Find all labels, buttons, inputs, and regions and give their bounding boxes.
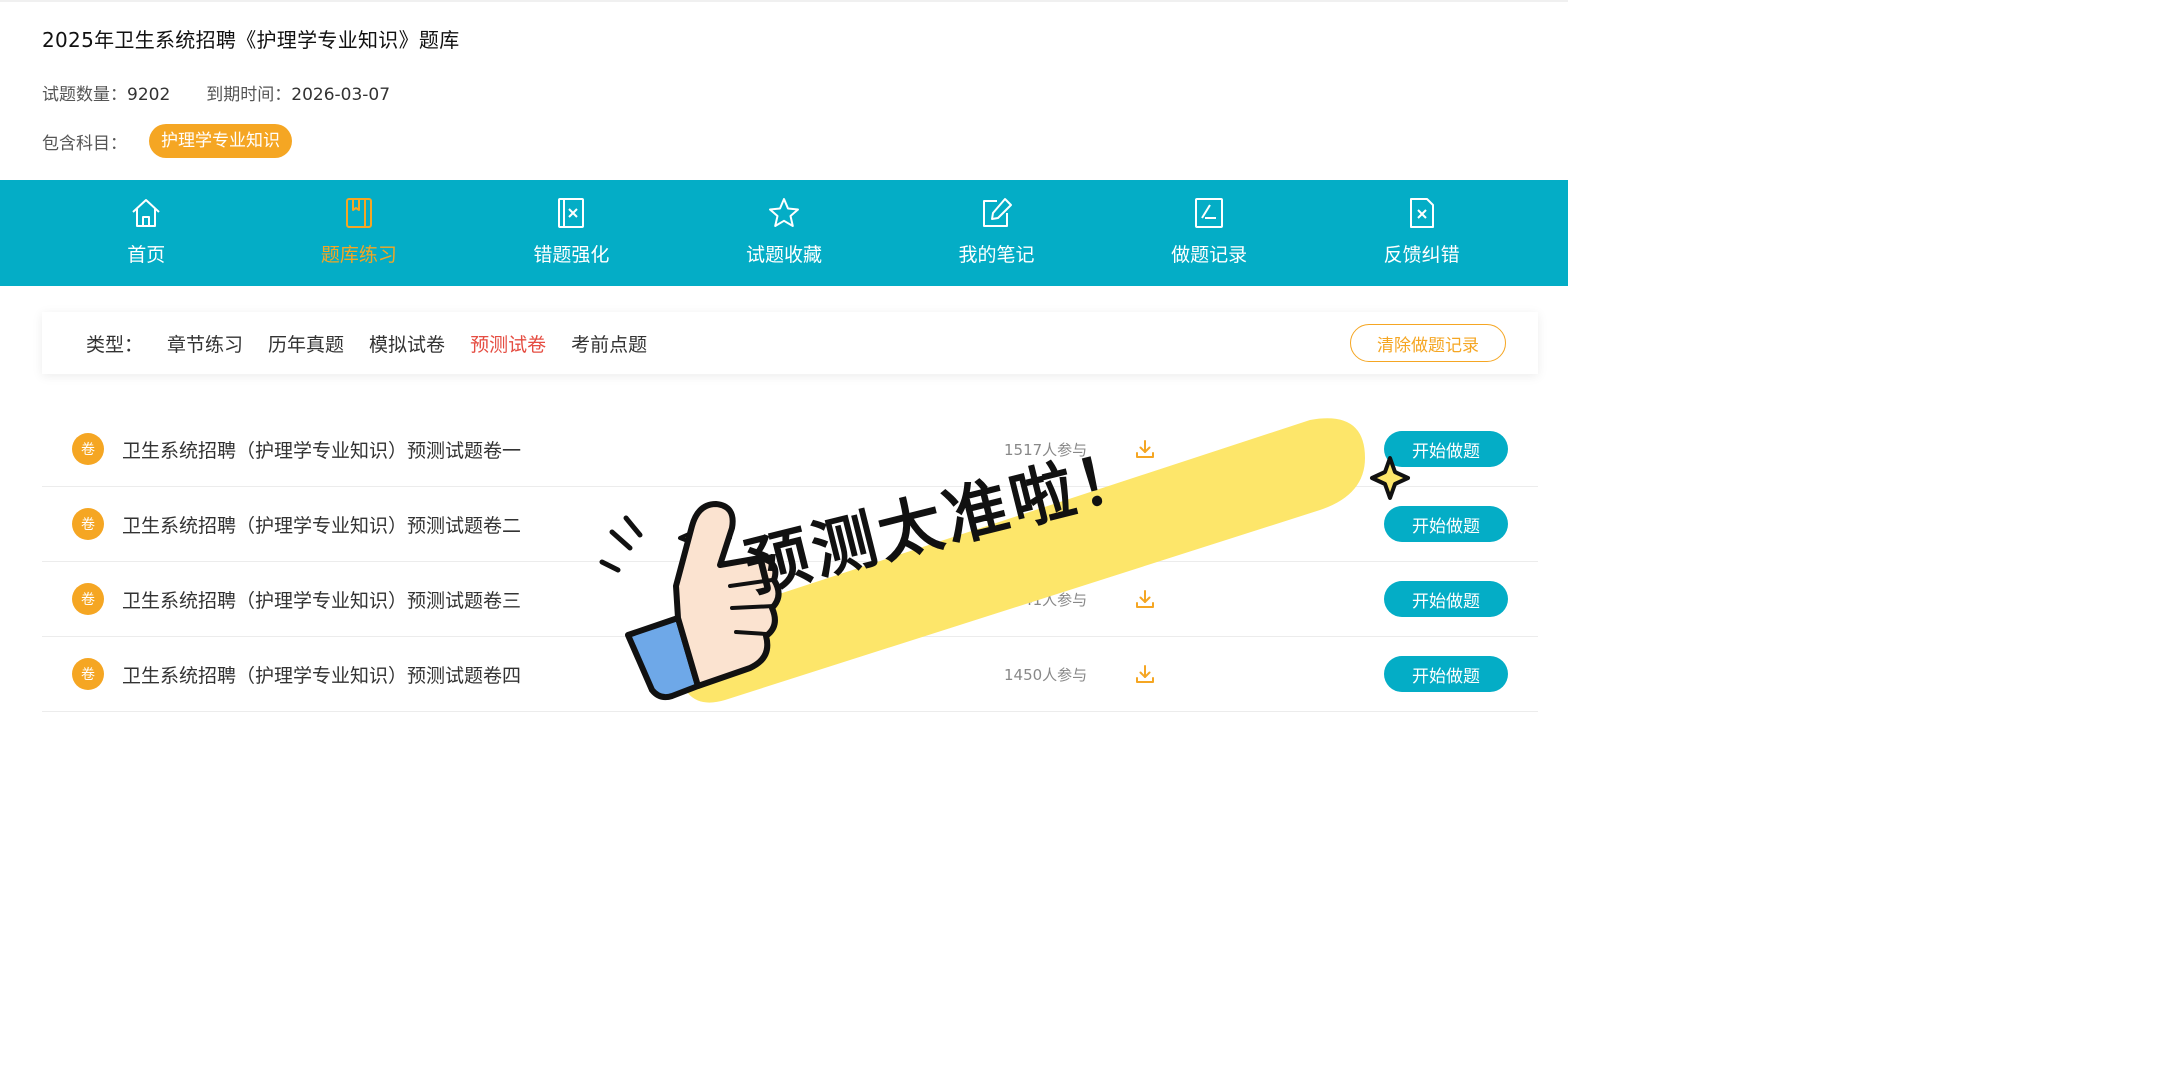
subject-row: 包含科目： 护理学专业知识	[42, 124, 292, 158]
paper-badge: 卷	[72, 658, 104, 690]
paper-badge: 卷	[72, 583, 104, 615]
edit-note-icon	[982, 198, 1012, 227]
start-button[interactable]: 开始做题	[1384, 506, 1508, 542]
expiry-date: 到期时间：2026-03-07	[206, 80, 390, 105]
nav-item-records[interactable]: 做题记录	[1139, 180, 1279, 286]
nav-label: 我的笔记	[958, 244, 1035, 266]
question-count-label: 试题数量：	[42, 85, 127, 105]
nav-label: 首页	[127, 244, 166, 266]
nav-label: 错题强化	[533, 244, 610, 266]
filter-predicted-papers[interactable]: 预测试卷	[470, 330, 546, 357]
wrong-book-icon	[558, 198, 585, 228]
record-icon	[1195, 198, 1224, 228]
type-filter: 类型： 章节练习 历年真题 模拟试卷 预测试卷 考前点题 清除做题记录	[42, 312, 1538, 374]
paper-title[interactable]: 卫生系统招聘（护理学专业知识）预测试题卷四	[122, 661, 521, 688]
home-icon	[132, 199, 160, 227]
type-label: 类型：	[86, 333, 144, 356]
feedback-icon	[1409, 198, 1434, 228]
expiry-label: 到期时间：	[206, 85, 292, 105]
nav-item-notes[interactable]: 我的笔记	[927, 180, 1067, 286]
paper-badge: 卷	[72, 433, 104, 465]
participant-count: 1450人参与	[1004, 665, 1088, 684]
expiry-value: 2026-03-07	[291, 85, 391, 105]
paper-badge: 卷	[72, 508, 104, 540]
nav-item-practice[interactable]: 题库练习	[289, 180, 429, 286]
download-icon[interactable]	[1134, 663, 1156, 685]
nav-label: 题库练习	[320, 244, 397, 266]
page-title: 2025年卫生系统招聘《护理学专业知识》题库	[42, 28, 460, 52]
top-divider	[0, 0, 1568, 2]
filter-mock-papers[interactable]: 模拟试卷	[369, 330, 445, 357]
filter-chapter[interactable]: 章节练习	[167, 330, 243, 357]
nav-item-home[interactable]: 首页	[76, 180, 216, 286]
subject-tag[interactable]: 护理学专业知识	[149, 124, 292, 158]
filter-key-points[interactable]: 考前点题	[571, 330, 647, 357]
participant-count: 1341人参与	[1004, 590, 1088, 609]
main-nav: 首页 题库练习 错题强化 试题收藏 我的笔记 做题记录 反馈纠错	[0, 180, 1568, 286]
star-icon	[768, 198, 799, 227]
nav-item-feedback[interactable]: 反馈纠错	[1352, 180, 1492, 286]
question-count: 试题数量：9202	[42, 80, 170, 105]
question-count-value: 9202	[127, 85, 171, 105]
paper-row: 卷 卫生系统招聘（护理学专业知识）预测试题卷四 1450人参与 开始做题	[42, 637, 1538, 712]
filter-past-exams[interactable]: 历年真题	[268, 330, 344, 357]
nav-label: 做题记录	[1171, 244, 1248, 266]
bank-meta: 试题数量：9202 到期时间：2026-03-07	[42, 80, 390, 105]
nav-item-mistakes[interactable]: 错题强化	[501, 180, 641, 286]
nav-item-favorites[interactable]: 试题收藏	[714, 180, 854, 286]
paper-title[interactable]: 卫生系统招聘（护理学专业知识）预测试题卷二	[122, 511, 521, 538]
download-icon[interactable]	[1134, 588, 1156, 610]
nav-label: 反馈纠错	[1383, 244, 1460, 266]
nav-label: 试题收藏	[745, 244, 822, 266]
subject-label: 包含科目：	[42, 133, 127, 154]
start-button[interactable]: 开始做题	[1384, 431, 1508, 467]
paper-title[interactable]: 卫生系统招聘（护理学专业知识）预测试题卷三	[122, 586, 521, 613]
paper-row: 卷 卫生系统招聘（护理学专业知识）预测试题卷一 1517人参与 开始做题	[42, 412, 1538, 487]
start-button[interactable]: 开始做题	[1384, 581, 1508, 617]
paper-title[interactable]: 卫生系统招聘（护理学专业知识）预测试题卷一	[122, 436, 521, 463]
clear-records-button[interactable]: 清除做题记录	[1350, 324, 1506, 362]
book-icon	[345, 198, 372, 228]
start-button[interactable]: 开始做题	[1384, 656, 1508, 692]
